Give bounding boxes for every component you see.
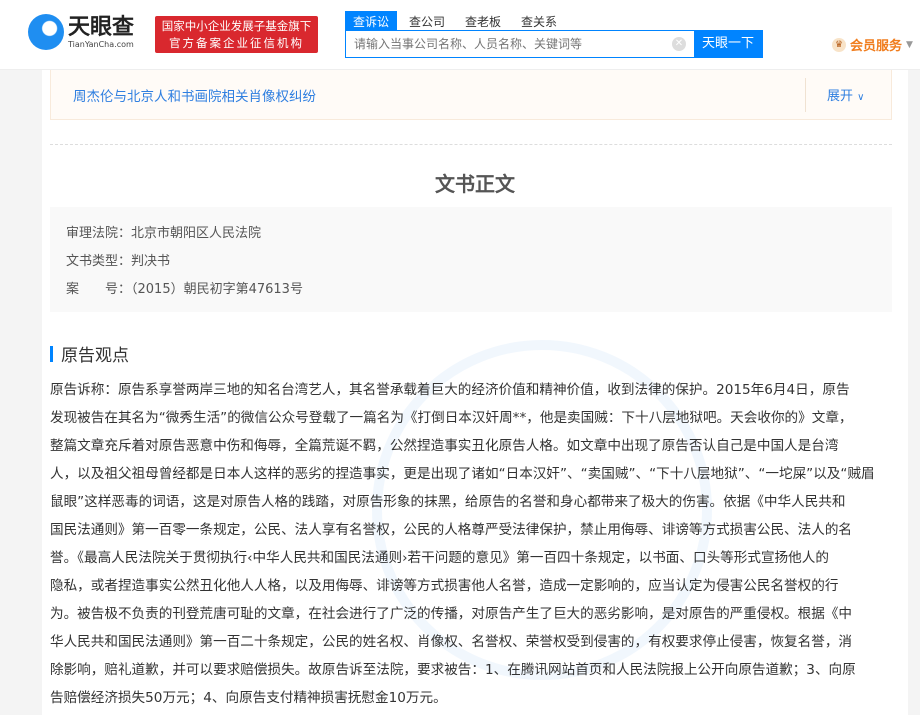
body-line: 除影响，赔礼道歉，并可以要求赔偿损失。故原告诉至法院，要求被告：1、在腾讯网站首… xyxy=(50,662,856,678)
info-case-number: 案 号：（2015）朝民初字第47613号 xyxy=(66,276,892,304)
info-label: 案 号： xyxy=(66,282,132,297)
logo-domain: TianYanCha.com xyxy=(68,39,134,49)
case-fold-panel: 周杰伦与北京人和书画院相关肖像权纠纷 展开 ∨ xyxy=(50,70,892,120)
member-service-menu[interactable]: ♛ 会员服务 ▼ xyxy=(832,35,913,54)
body-line: 为。被告极不负责的刊登荒唐可耻的文章，在社会进行了广泛的传播，对原告产生了巨大的… xyxy=(50,606,853,622)
badge-line-1: 国家中小企业发展子基金旗下 xyxy=(161,19,312,33)
expand-button[interactable]: 展开 ∨ xyxy=(827,85,864,104)
info-value: （2015）朝民初字第47613号 xyxy=(131,282,303,297)
main-content: 周杰伦与北京人和书画院相关肖像权纠纷 展开 ∨ 文书正文 审理法院：北京市朝阳区… xyxy=(42,70,908,715)
divider xyxy=(805,78,806,112)
divider xyxy=(50,144,892,145)
body-line: 原告诉称：原告系享誉两岸三地的知名台湾艺人，其名誉承载着巨大的经济价值和精神价值… xyxy=(50,382,850,398)
info-type: 文书类型：判决书 xyxy=(66,248,892,276)
plaintiff-statement: 原告诉称：原告系享誉两岸三地的知名台湾艺人，其名誉承载着巨大的经济价值和精神价值… xyxy=(50,376,900,712)
tab-boss[interactable]: 查老板 xyxy=(457,11,509,30)
section-heading: 原告观点 xyxy=(50,341,129,366)
badge-line-2: 官方备案企业征信机构 xyxy=(169,36,304,50)
body-line: 人，以及祖父祖母曾经都是日本人这样的恶劣的捏造事实，更是出现了诸如“日本汉奸”、… xyxy=(50,466,875,482)
document-title: 文书正文 xyxy=(435,172,515,196)
crown-icon: ♛ xyxy=(832,37,846,52)
clear-icon[interactable]: ✕ xyxy=(672,37,686,51)
body-line: 国民法通则》第一百零一条规定，公民、法人享有名誉权，公民的人格尊严受法律保护，禁… xyxy=(50,522,853,538)
logo-icon xyxy=(28,14,64,50)
document-info: 审理法院：北京市朝阳区人民法院 文书类型：判决书 案 号：（2015）朝民初字第… xyxy=(50,207,892,312)
chevron-down-icon: ▼ xyxy=(906,39,913,50)
body-line: 发现被告在其名为“微秀生活”的微信公众号登载了一篇名为《打倒日本汉奸周**，他是… xyxy=(50,410,853,426)
top-header: 天眼查 TianYanCha.com 国家中小企业发展子基金旗下 官方备案企业征… xyxy=(0,0,920,70)
body-line: 隐私，或者捏造事实公然丑化他人人格，以及用侮辱、诽谤等方式损害他人名誉，造成一定… xyxy=(50,578,839,594)
case-title-link[interactable]: 周杰伦与北京人和书画院相关肖像权纠纷 xyxy=(73,85,316,105)
info-court: 审理法院：北京市朝阳区人民法院 xyxy=(66,220,892,248)
body-line: 整篇文章充斥着对原告恶意中伤和侮辱，全篇荒诞不羁，公然捏造事实丑化原告人格。如文… xyxy=(50,438,839,454)
section-title: 原告观点 xyxy=(61,346,129,366)
expand-label: 展开 xyxy=(827,89,854,104)
logo[interactable]: 天眼查 TianYanCha.com xyxy=(28,14,134,50)
body-line: 华人民共和国民法通则》第一百二十条规定，公民的姓名权、肖像权、名誉权、荣誉权受到… xyxy=(50,634,853,650)
info-label: 审理法院： xyxy=(66,226,132,241)
info-label: 文书类型： xyxy=(66,254,132,269)
official-badge: 国家中小企业发展子基金旗下 官方备案企业征信机构 xyxy=(155,16,318,53)
chevron-down-icon: ∨ xyxy=(857,92,865,103)
search-tabs: 查诉讼 查公司 查老板 查关系 xyxy=(345,11,569,30)
search-bar: ✕ 天眼一下 xyxy=(345,30,763,58)
info-value: 判决书 xyxy=(131,254,171,269)
logo-name: 天眼查 xyxy=(68,14,135,40)
tab-lawsuit[interactable]: 查诉讼 xyxy=(345,11,398,30)
tab-relation[interactable]: 查关系 xyxy=(513,11,565,30)
tab-company[interactable]: 查公司 xyxy=(401,11,453,30)
search-button[interactable]: 天眼一下 xyxy=(694,31,762,57)
body-line: 鼠眼”这样恶毒的词语，这是对原告人格的践踏，对原告形象的抹黑，给原告的名誉和身心… xyxy=(50,494,846,510)
body-line: 誉。《最高人民法院关于贯彻执行‹中华人民共和国民法通则›若干问题的意见》第一百四… xyxy=(50,550,829,566)
body-line: 告赔偿经济损失50万元；4、向原告支付精神损害抚慰金10万元。 xyxy=(50,690,447,706)
section-bar xyxy=(50,345,53,362)
member-service-label: 会员服务 xyxy=(850,39,903,54)
search-input[interactable] xyxy=(346,31,672,57)
info-value: 北京市朝阳区人民法院 xyxy=(131,226,262,241)
